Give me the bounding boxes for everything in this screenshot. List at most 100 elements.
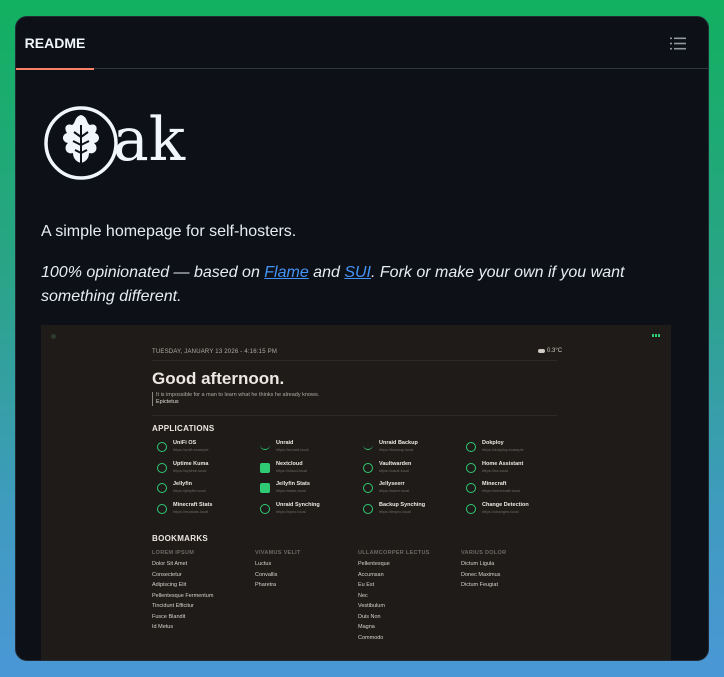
- app-name: Change Detection: [482, 502, 529, 508]
- bookmark-link[interactable]: Convallis: [255, 570, 355, 581]
- unraid-sync-icon: [260, 504, 270, 514]
- change-detection-icon: [466, 504, 476, 514]
- unifi-icon: [157, 442, 167, 452]
- app-tile[interactable]: Jellyseerr https://seerr.local: [358, 480, 458, 496]
- app-tile[interactable]: UniFi OS https://unifi.example: [152, 439, 252, 455]
- bookmark-link[interactable]: Luctus: [255, 559, 355, 570]
- app-tile[interactable]: Unraid https://unraid.local: [255, 439, 355, 455]
- app-url: https://jellyfin.local: [173, 488, 206, 493]
- bookmark-link[interactable]: Id Metus: [152, 622, 252, 633]
- tagline: A simple homepage for self-hosters.: [41, 223, 297, 240]
- app-tile[interactable]: Unraid Synching https://sync.local: [255, 501, 355, 517]
- app-name: Backup Synching: [379, 502, 426, 508]
- divider: [152, 360, 557, 361]
- app-name: Nextcloud: [276, 461, 303, 467]
- sui-link[interactable]: SUI: [344, 264, 371, 281]
- bookmark-link[interactable]: Magna: [358, 622, 458, 633]
- app-name: Unraid Synching: [276, 502, 320, 508]
- app-url: https://dokploy.example: [482, 447, 524, 452]
- weather-temp: 0.3°C: [547, 348, 563, 354]
- applications-title: APPLICATIONS: [152, 424, 215, 433]
- bookmark-link[interactable]: Adipiscing Elit: [152, 580, 252, 591]
- app-tile[interactable]: Jellyfin https://jellyfin.local: [152, 480, 252, 496]
- divider: [152, 415, 557, 416]
- app-tile[interactable]: Dokploy https://dokploy.example: [461, 439, 561, 455]
- bookmark-link[interactable]: Dictum Ligula: [461, 559, 561, 570]
- bookmarks-title: BOOKMARKS: [152, 534, 209, 543]
- app-url: https://vault.local: [379, 468, 409, 473]
- bookmark-link[interactable]: Fusce Blandit: [152, 612, 252, 623]
- bookmark-heading: LOREM IPSUM: [152, 550, 195, 556]
- bookmark-heading: VIVAMUS VELIT: [255, 550, 301, 556]
- flame-link[interactable]: Flame: [264, 264, 308, 281]
- bookmark-link[interactable]: Nec: [358, 591, 458, 602]
- tab-readme-label: README: [24, 35, 86, 51]
- bookmark-link[interactable]: Eu Est: [358, 580, 458, 591]
- oak-logo: ak: [43, 105, 185, 181]
- bookmark-link[interactable]: Consectetur: [152, 570, 252, 581]
- app-url: https://bsync.local: [379, 509, 411, 514]
- quote-author: Epictetus: [156, 399, 179, 405]
- dokploy-icon: [466, 442, 476, 452]
- nextcloud-icon: [260, 463, 270, 473]
- app-url: https://mcstats.local: [173, 509, 209, 514]
- app-url: https://cloud.local: [276, 468, 307, 473]
- backup-sync-icon: [363, 504, 373, 514]
- unraid-icon: [260, 445, 270, 450]
- app-tile[interactable]: Vaultwarden https://vault.local: [358, 460, 458, 476]
- app-name: UniFi OS: [173, 440, 197, 446]
- bookmark-link[interactable]: Vestibulum: [358, 601, 458, 612]
- app-url: https://stats.local: [276, 488, 306, 493]
- app-name: Jellyseerr: [379, 481, 405, 487]
- app-tile[interactable]: Change Detection https://changes.local: [461, 501, 561, 517]
- app-name: Home Assistant: [482, 461, 524, 467]
- app-tile[interactable]: Home Assistant https://ha.local: [461, 460, 561, 476]
- quote-block: It is impossible for a man to learn what…: [152, 392, 319, 406]
- bookmark-link[interactable]: Duis Non: [358, 612, 458, 623]
- bookmark-link[interactable]: Dictum Feugiat: [461, 580, 561, 591]
- app-tile[interactable]: Backup Synching https://bsync.local: [358, 501, 458, 517]
- home-assistant-icon: [466, 463, 476, 473]
- app-name: Uptime Kuma: [173, 461, 209, 467]
- app-tile[interactable]: Minecraft Stats https://mcstats.local: [152, 501, 252, 517]
- para-middle: and: [308, 264, 345, 281]
- app-name: Jellyfin: [173, 481, 192, 487]
- bookmark-link[interactable]: Accumsan: [358, 570, 458, 581]
- quote-text: It is impossible for a man to learn what…: [156, 392, 320, 398]
- bookmark-link[interactable]: Dolor Sit Amet: [152, 559, 252, 570]
- app-tile[interactable]: Nextcloud https://cloud.local: [255, 460, 355, 476]
- bookmark-link[interactable]: Donec Maximus: [461, 570, 561, 581]
- app-name: Minecraft: [482, 481, 507, 487]
- readme-window: README ak A simple homepage for self-hos…: [15, 16, 709, 661]
- bookmark-heading: ULLAMCORPER LECTUS: [358, 550, 430, 556]
- jellyfin-stats-icon: [260, 483, 270, 493]
- bookmark-link[interactable]: Pellentesque: [358, 559, 458, 570]
- cloud-icon: [538, 349, 545, 353]
- description-paragraph: 100% opinionated — based on Flame and SU…: [41, 261, 671, 309]
- bookmark-column: VIVAMUS VELIT Luctus Convallis Pharetra: [255, 550, 355, 591]
- outline-list-icon[interactable]: [670, 37, 686, 50]
- app-tile[interactable]: Unraid Backup https://backup.local: [358, 439, 458, 455]
- app-tile[interactable]: Jellyfin Stats https://stats.local: [255, 480, 355, 496]
- bookmark-link[interactable]: Commodo: [358, 633, 458, 644]
- app-url: https://unifi.example: [173, 447, 209, 452]
- bookmark-link[interactable]: Pharetra: [255, 580, 355, 591]
- homepage-screenshot: TUESDAY, JANUARY 13 2026 - 4:16:15 PM 0.…: [41, 325, 671, 660]
- mini-bar-icon: [652, 334, 660, 337]
- logo-wordmark: ak: [113, 105, 186, 175]
- readme-header: README: [16, 17, 708, 70]
- bookmark-link[interactable]: Tincidunt Efficitur: [152, 601, 252, 612]
- app-tile[interactable]: Uptime Kuma https://uptime.local: [152, 460, 252, 476]
- tab-readme[interactable]: README: [16, 17, 94, 70]
- app-tile[interactable]: Minecraft https://minecraft.local: [461, 480, 561, 496]
- app-url: https://unraid.local: [276, 447, 309, 452]
- status-dot: [51, 334, 56, 339]
- app-name: Minecraft Stats: [173, 502, 213, 508]
- bookmark-link[interactable]: Pellentesque Fermentum: [152, 591, 252, 602]
- app-url: https://seerr.local: [379, 488, 410, 493]
- para-prefix: 100% opinionated — based on: [41, 264, 265, 281]
- app-name: Unraid Backup: [379, 440, 418, 446]
- uptime-kuma-icon: [157, 463, 167, 473]
- app-name: Jellyfin Stats: [276, 481, 310, 487]
- readme-content: ak A simple homepage for self-hosters. 1…: [41, 69, 691, 660]
